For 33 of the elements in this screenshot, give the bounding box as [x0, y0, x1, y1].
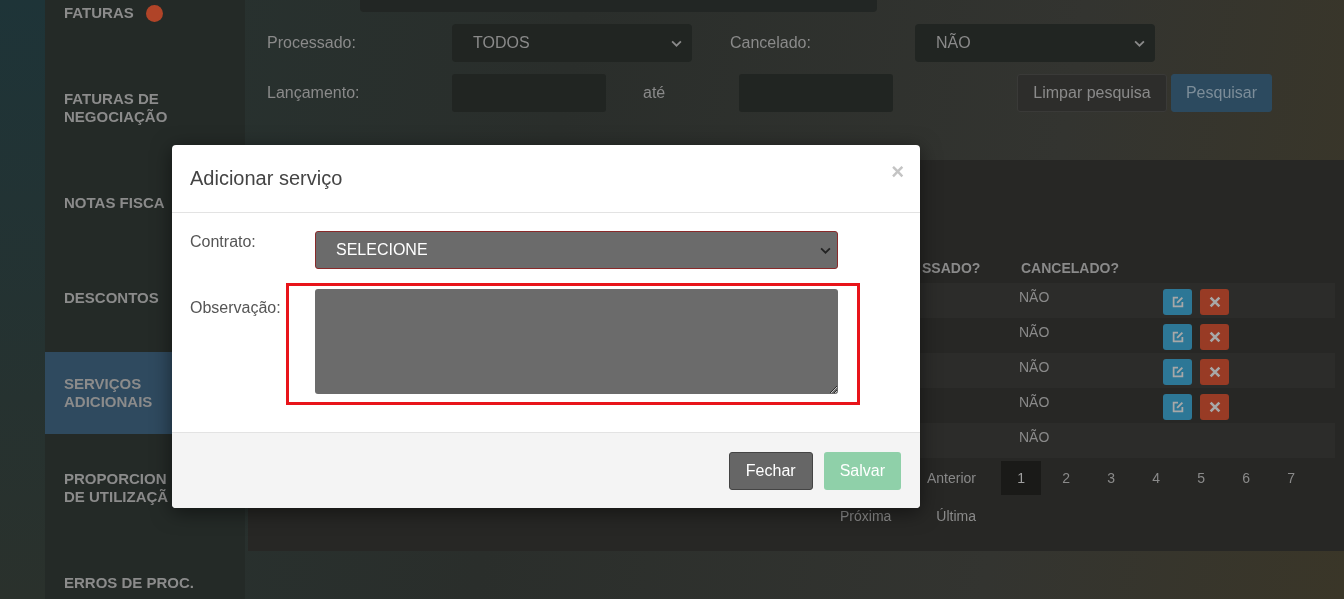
page-link[interactable]: 3 [1091, 461, 1132, 495]
table-cell-text: NÃO [1019, 323, 1051, 340]
table-cell-text: NÃO [1019, 358, 1051, 375]
filter-label: Cancelado: [730, 34, 812, 52]
sidebar-item[interactable]: FATURAS [45, 0, 245, 54]
filter-label: Lançamento: [267, 84, 361, 102]
next-link[interactable]: Próxima [840, 508, 892, 524]
search-button[interactable]: Pesquisar [1171, 74, 1272, 112]
processado-select[interactable]: TODOS [452, 24, 692, 62]
page-link[interactable]: 4 [1136, 461, 1177, 495]
last-link[interactable]: Última [936, 508, 977, 524]
range-separator: até [643, 84, 667, 102]
field-label: Contrato: [190, 232, 257, 252]
filter-label: Processado: [267, 34, 357, 52]
close-dialog-button[interactable]: Fechar [728, 451, 813, 490]
page-link[interactable]: 2 [1046, 461, 1087, 495]
table-cell-text: NÃO [1019, 393, 1051, 410]
clear-button[interactable]: Limpar pesquisa [1017, 74, 1167, 112]
page-link[interactable]: 7 [1271, 461, 1312, 495]
table-cell-text: NÃO [1019, 288, 1051, 305]
previous-link[interactable]: Anterior [927, 470, 977, 486]
page-link[interactable]: 6 [1226, 461, 1267, 495]
page-link[interactable]: 5 [1181, 461, 1222, 495]
field-label: Observação: [190, 298, 282, 318]
sidebar-item[interactable]: FATURAS DE NEGOCIAÇÃO [45, 67, 245, 149]
column-header: SSADO? [922, 260, 982, 278]
contract-select[interactable]: SELECIONE [315, 231, 838, 269]
table-cell-text: NÃO [1019, 428, 1051, 445]
column-header: CANCELADO? [1021, 260, 1120, 278]
cancelado-select[interactable]: NÃO [915, 24, 1155, 62]
sidebar-item[interactable]: ERROS DE PROC. [45, 542, 245, 599]
modal-title: Adicionar serviço [190, 167, 343, 190]
page-link[interactable]: 1 [1001, 461, 1042, 495]
